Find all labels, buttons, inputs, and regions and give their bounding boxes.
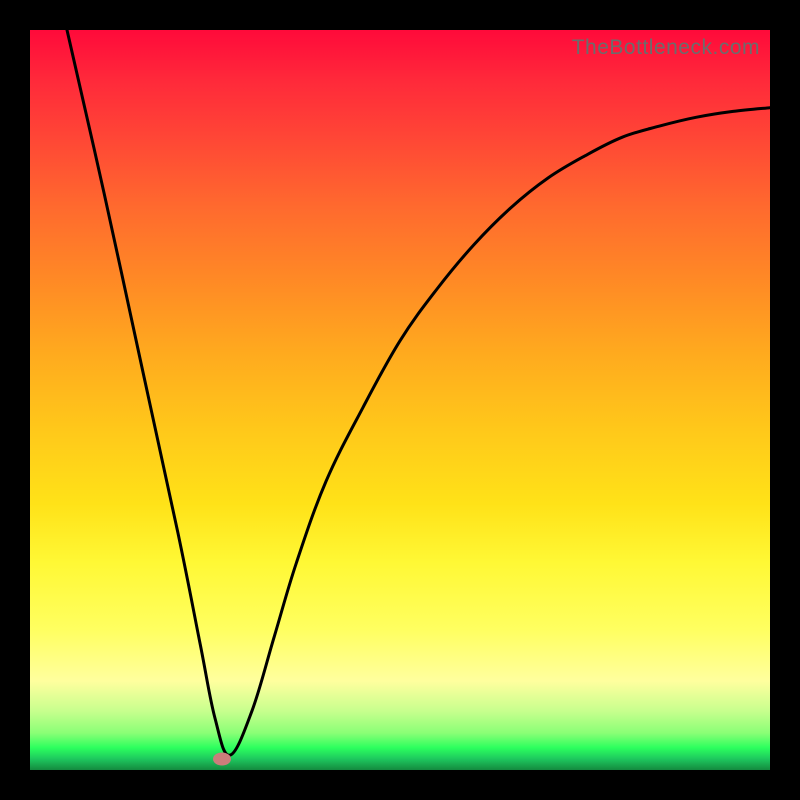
plot-area: TheBottleneck.com	[30, 30, 770, 770]
chart-frame: TheBottleneck.com	[0, 0, 800, 800]
bottleneck-curve	[30, 30, 770, 770]
optimal-point-marker	[213, 752, 231, 765]
